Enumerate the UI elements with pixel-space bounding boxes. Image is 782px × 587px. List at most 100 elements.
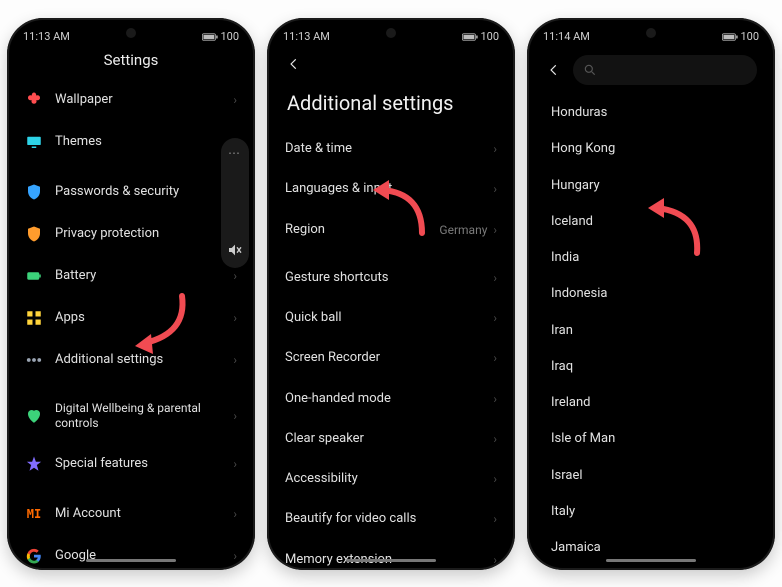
phone-additional-settings: 11:13 AM 100 Additional settings Date & … (267, 18, 515, 570)
row-label: Screen Recorder (285, 350, 380, 366)
settings-row-quick-ball[interactable]: Quick ball› (267, 298, 515, 338)
region-row-ireland[interactable]: Ireland (527, 385, 775, 421)
settings-row-passwords-security[interactable]: Passwords & security› (7, 171, 255, 213)
settings-row-region[interactable]: Region Germany › (267, 210, 515, 250)
row-label: Digital Wellbeing & parental controls (55, 401, 215, 431)
region-row-italy[interactable]: Italy (527, 494, 775, 530)
row-label: Italy (551, 504, 575, 520)
chevron-right-icon: › (493, 512, 497, 526)
phone-region-list: 11:14 AM 100 HondurasHong KongHungaryIce… (527, 18, 775, 570)
settings-row-mi-account[interactable]: MIMi Account› (7, 493, 255, 535)
settings-row-gesture-shortcuts[interactable]: Gesture shortcuts› (267, 258, 515, 298)
row-label: Israel (551, 468, 583, 484)
chevron-right-icon: › (233, 269, 237, 283)
region-row-honduras[interactable]: Honduras (527, 95, 775, 131)
heart-icon (25, 407, 43, 425)
settings-list: Wallpaper›Themes›Passwords & security›Pr… (7, 79, 255, 570)
settings-row-clear-speaker[interactable]: Clear speaker › (267, 419, 515, 459)
settings-row-date-time[interactable]: Date & time › (267, 129, 515, 169)
settings-row-wallpaper[interactable]: Wallpaper› (7, 79, 255, 121)
row-label: Languages & input (285, 181, 392, 197)
settings-row-privacy-protection[interactable]: Privacy protection› (7, 213, 255, 255)
mute-icon[interactable] (227, 242, 243, 258)
back-button[interactable] (545, 61, 563, 79)
region-row-israel[interactable]: Israel (527, 458, 775, 494)
chevron-right-icon: › (493, 472, 497, 486)
chevron-right-icon: › (493, 182, 497, 196)
region-row-indonesia[interactable]: Indonesia (527, 276, 775, 312)
region-row-japan[interactable]: Japan (527, 566, 775, 570)
settings-row-special-features[interactable]: Special features› (7, 443, 255, 485)
chevron-right-icon: › (493, 432, 497, 446)
back-button[interactable] (285, 55, 303, 73)
page-title: Settings (7, 49, 255, 79)
settings-row-one-handed-mode[interactable]: One-handed mode› (267, 379, 515, 419)
settings-row-google[interactable]: Google› (7, 535, 255, 570)
google-icon (25, 547, 43, 565)
row-label: Date & time (285, 141, 352, 157)
row-label: Battery (55, 268, 96, 284)
row-label: Accessibility (285, 471, 358, 487)
home-indicator[interactable] (86, 559, 176, 562)
region-row-iceland[interactable]: Iceland (527, 204, 775, 240)
row-label: Ireland (551, 395, 590, 411)
settings-row-memory-extension[interactable]: Memory extension› (267, 540, 515, 571)
chevron-right-icon: › (493, 223, 497, 237)
region-list: Honduras Hong Kong Hungary IcelandIndia Indo… (527, 95, 775, 570)
status-time: 11:14 AM (543, 30, 590, 43)
settings-row-themes[interactable]: Themes› (7, 121, 255, 163)
settings-row-digital-wellbeing[interactable]: Digital Wellbeing & parental controls› (7, 389, 255, 443)
volume-panel[interactable]: ⋯ (221, 138, 249, 268)
front-camera (646, 28, 656, 38)
status-time: 11:13 AM (283, 30, 330, 43)
front-camera (386, 28, 396, 38)
chevron-right-icon: › (233, 457, 237, 471)
chevron-right-icon: › (233, 507, 237, 521)
row-label: Region (285, 222, 325, 238)
row-label: Apps (55, 310, 85, 326)
front-camera (126, 28, 136, 38)
mi-icon: MI (25, 505, 43, 523)
row-label: Indonesia (551, 286, 607, 302)
row-label: Isle of Man (551, 431, 615, 447)
chevron-right-icon: › (233, 353, 237, 367)
chevron-right-icon: › (493, 392, 497, 406)
settings-row-battery[interactable]: Battery › (7, 255, 255, 297)
search-icon (583, 63, 597, 77)
settings-row-languages-input[interactable]: Languages & input › (267, 169, 515, 209)
chevron-right-icon: › (493, 351, 497, 365)
row-label: Gesture shortcuts (285, 270, 388, 286)
settings-row-additional-settings[interactable]: Additional settings › (7, 339, 255, 381)
row-label: Jamaica (551, 540, 601, 556)
battery-indicator: 100 (202, 30, 239, 43)
shield-icon (25, 183, 43, 201)
region-row-iraq[interactable]: Iraq (527, 349, 775, 385)
chevron-right-icon: › (233, 549, 237, 563)
battery-indicator: 100 (462, 30, 499, 43)
row-label: Honduras (551, 105, 607, 121)
row-label: Hong Kong (551, 141, 615, 157)
status-time: 11:13 AM (23, 30, 70, 43)
settings-row-apps[interactable]: Apps› (7, 297, 255, 339)
monitor-icon (25, 133, 43, 151)
region-row-isle-of-man[interactable]: Isle of Man (527, 421, 775, 457)
home-indicator[interactable] (606, 559, 696, 562)
region-row-hong-kong[interactable]: Hong Kong (527, 131, 775, 167)
region-row-hungary[interactable]: Hungary (527, 168, 775, 204)
row-label: Themes (55, 134, 102, 150)
chevron-right-icon: › (493, 142, 497, 156)
phone-settings: 11:13 AM 100 Settings Wallpaper›Themes›P… (7, 18, 255, 570)
row-label: Additional settings (55, 352, 163, 368)
settings-row-beautify-video-calls[interactable]: Beautify for video calls› (267, 499, 515, 539)
search-input[interactable] (573, 55, 757, 85)
region-row-iran[interactable]: Iran (527, 313, 775, 349)
home-indicator[interactable] (346, 559, 436, 562)
more-icon[interactable]: ⋯ (228, 146, 242, 160)
row-value: Germany (439, 223, 487, 237)
grid-icon (25, 309, 43, 327)
region-row-india[interactable]: India (527, 240, 775, 276)
row-label: Hungary (551, 178, 600, 194)
row-label: Clear speaker (285, 431, 364, 447)
settings-row-accessibility[interactable]: Accessibility › (267, 459, 515, 499)
settings-row-screen-recorder[interactable]: Screen Recorder › (267, 338, 515, 378)
